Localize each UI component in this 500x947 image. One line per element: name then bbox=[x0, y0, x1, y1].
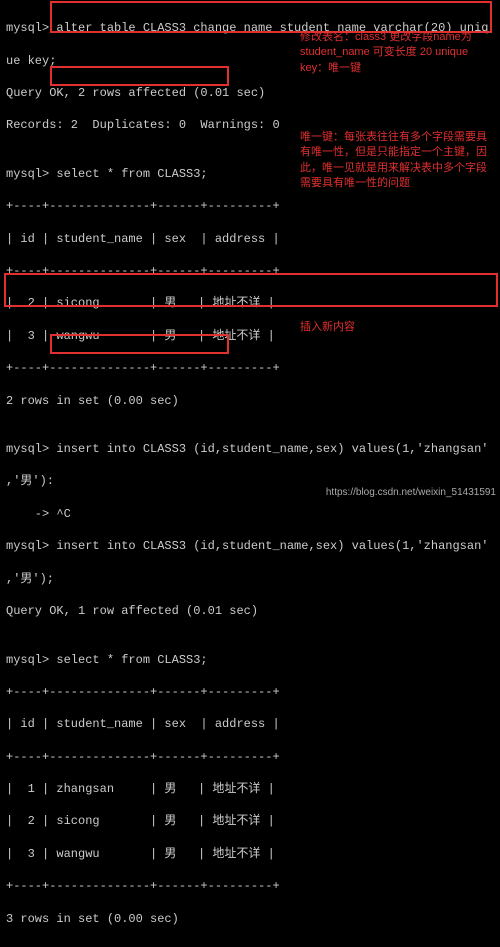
table-row: | 3 | wangwu | 男 | 地址不详 | bbox=[6, 328, 494, 344]
table-border: +----+--------------+------+---------+ bbox=[6, 198, 494, 214]
table-row: | 2 | sicong | 男 | 地址不详 | bbox=[6, 813, 494, 829]
line: ,'男'); bbox=[6, 571, 494, 587]
table-border: +----+--------------+------+---------+ bbox=[6, 360, 494, 376]
annotation-insert: 插入新内容 bbox=[300, 320, 400, 335]
table-row: | 1 | zhangsan | 男 | 地址不详 | bbox=[6, 781, 494, 797]
table-header: | id | student_name | sex | address | bbox=[6, 716, 494, 732]
line: -> ^C bbox=[6, 506, 494, 522]
table-border: +----+--------------+------+---------+ bbox=[6, 878, 494, 894]
annotation-unique-key: 唯一键：每张表往往有多个字段需要具有唯一性，但是只能指定一个主键，因此，唯一见就… bbox=[300, 130, 495, 192]
line: 3 rows in set (0.00 sec) bbox=[6, 911, 494, 927]
table-border: +----+--------------+------+---------+ bbox=[6, 749, 494, 765]
line: 2 rows in set (0.00 sec) bbox=[6, 393, 494, 409]
table-row: | 2 | sicong | 男 | 地址不详 | bbox=[6, 295, 494, 311]
line: mysql> select * from CLASS3; bbox=[6, 652, 494, 668]
table-border: +----+--------------+------+---------+ bbox=[6, 263, 494, 279]
line: Query OK, 2 rows affected (0.01 sec) bbox=[6, 85, 494, 101]
line: mysql> insert into CLASS3 (id,student_na… bbox=[6, 538, 494, 554]
table-header: | id | student_name | sex | address | bbox=[6, 231, 494, 247]
table-border: +----+--------------+------+---------+ bbox=[6, 684, 494, 700]
line: mysql> insert into CLASS3 (id,student_na… bbox=[6, 441, 494, 457]
line: Query OK, 1 row affected (0.01 sec) bbox=[6, 603, 494, 619]
watermark: https://blog.csdn.net/weixin_51431591 bbox=[326, 487, 496, 498]
annotation-alter-explain: 修改表名：class3 更改字段name为 student_name 可变长度 … bbox=[300, 30, 495, 76]
table-row: | 3 | wangwu | 男 | 地址不详 | bbox=[6, 846, 494, 862]
